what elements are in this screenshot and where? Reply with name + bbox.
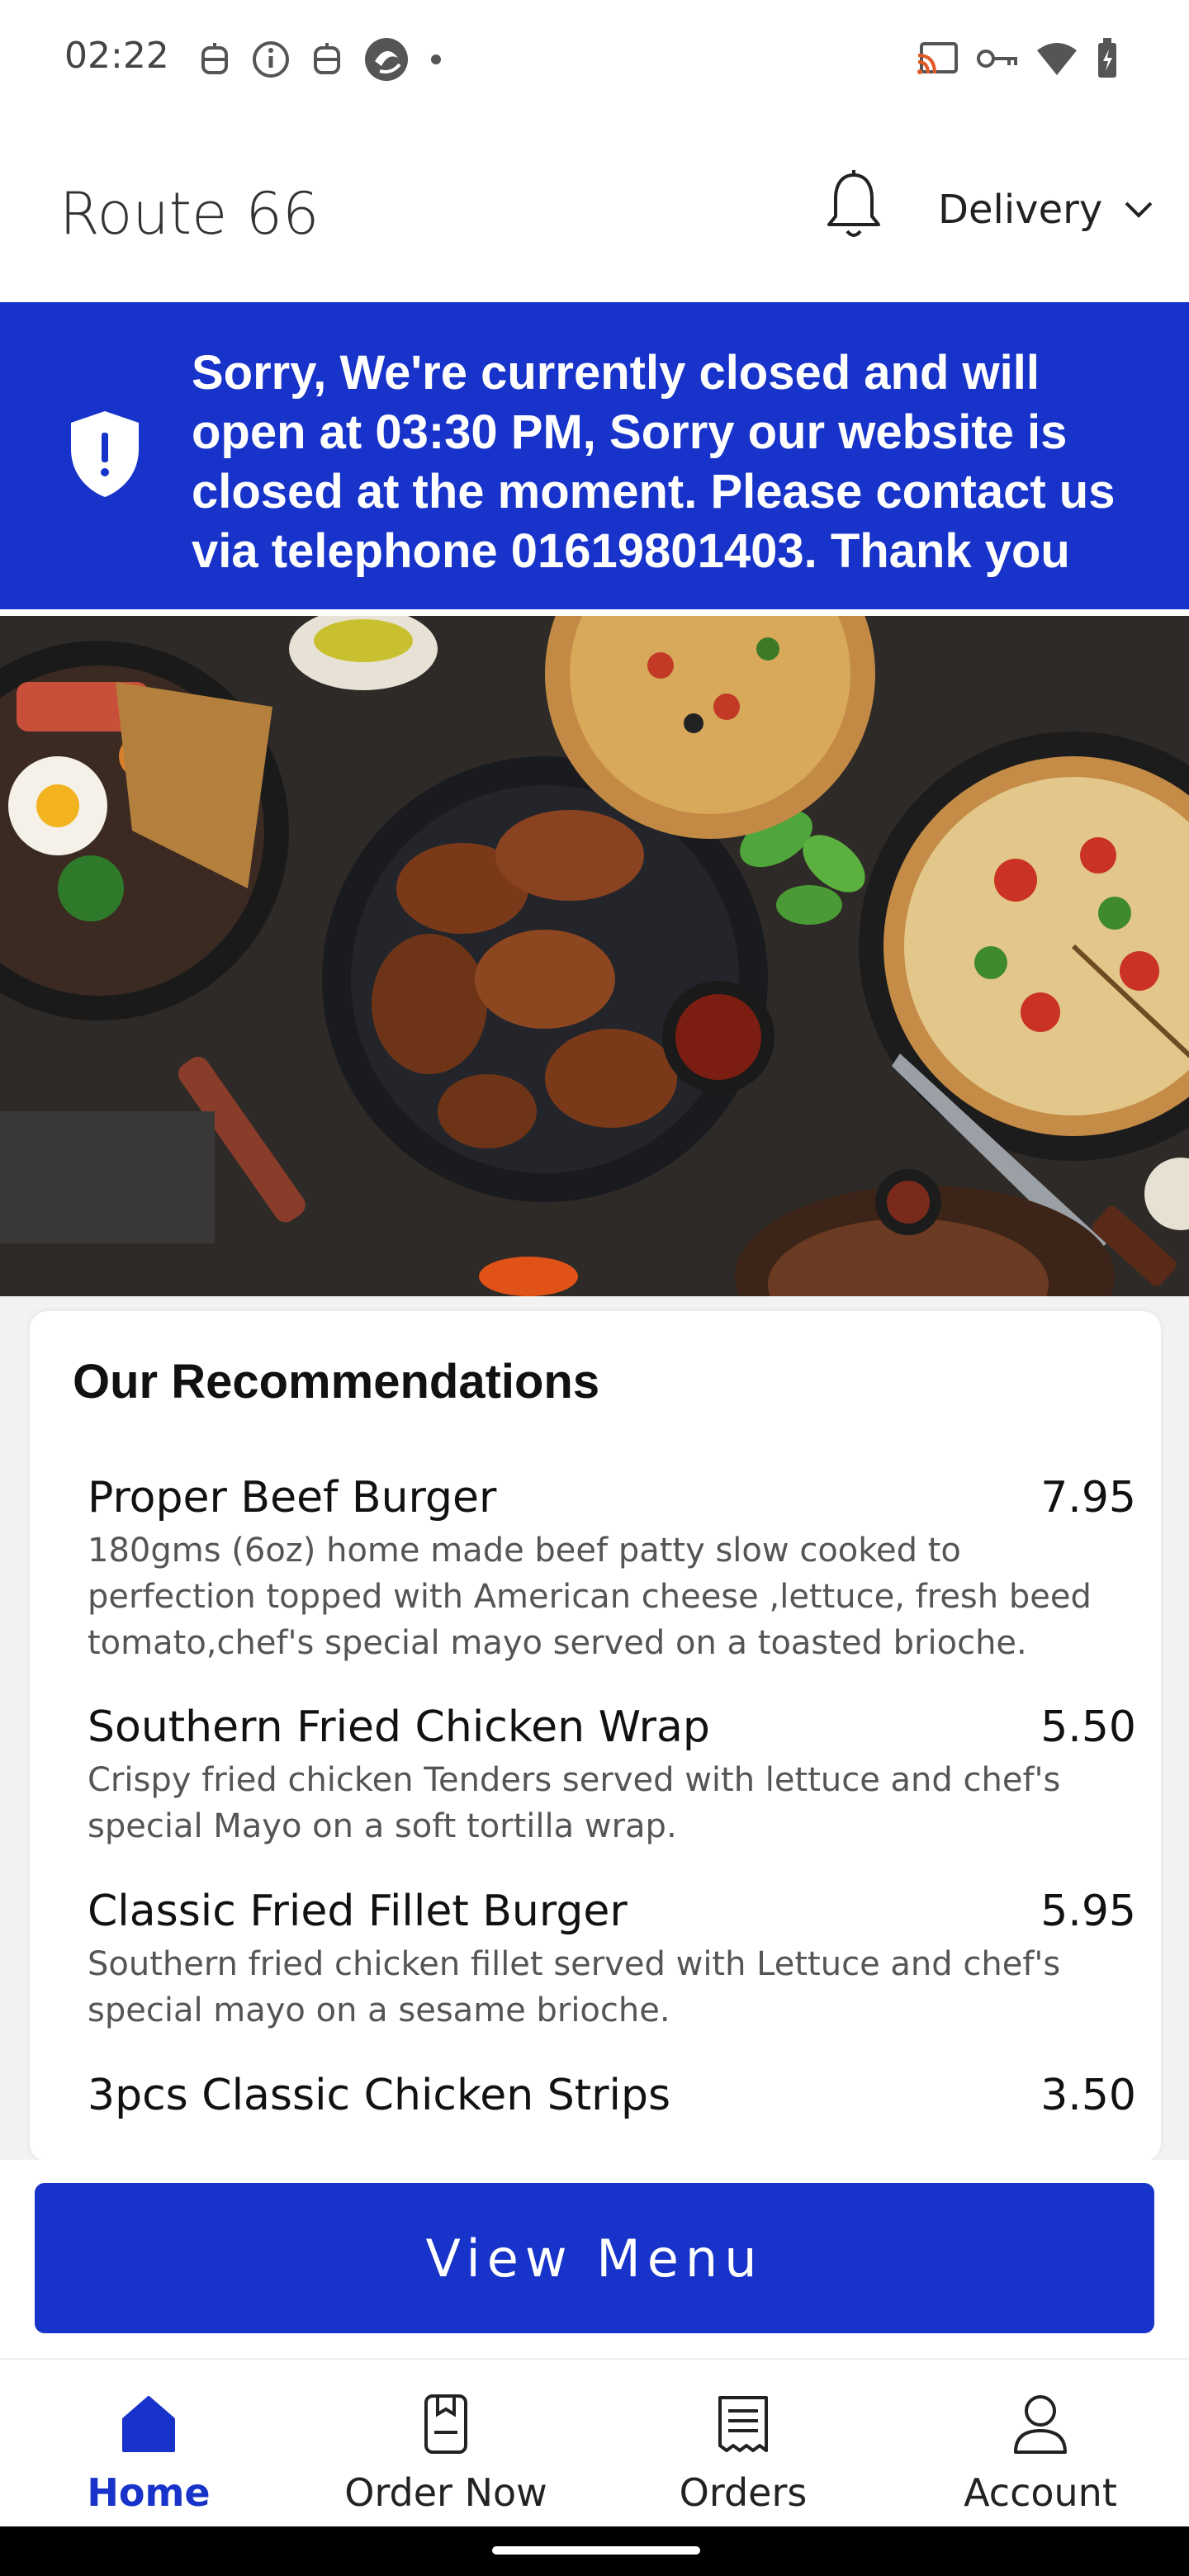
notification-bot-icon <box>314 43 340 74</box>
nav-item-orders[interactable]: Orders <box>594 2389 892 2515</box>
item-name: Classic Fried Fillet Burger <box>88 1887 628 1936</box>
delivery-mode-select[interactable]: Delivery <box>938 187 1153 233</box>
nav-item-order-now[interactable]: Order Now <box>297 2389 594 2515</box>
chevron-down-icon <box>1125 201 1153 218</box>
recommendation-item[interactable]: Classic Fried Fillet Burger 5.95 Souther… <box>88 1887 1136 2034</box>
item-description: Crispy fried chicken Tenders served with… <box>88 1761 1061 1845</box>
home-icon <box>122 2396 175 2452</box>
nav-item-account[interactable]: Account <box>892 2389 1189 2515</box>
item-description: Southern fried chicken fillet served wit… <box>88 1945 1061 2029</box>
status-icons-right <box>917 38 1120 79</box>
app-icon <box>365 38 408 81</box>
wifi-icon <box>1037 43 1077 75</box>
status-time: 02:22 <box>64 35 169 77</box>
order-now-icon <box>424 2394 467 2454</box>
store-closed-banner: Sorry, We're currently closed and will o… <box>0 302 1189 609</box>
item-price: 7.95 <box>1040 1473 1136 1522</box>
item-price: 3.50 <box>1040 2071 1136 2120</box>
item-price: 5.50 <box>1040 1702 1136 1752</box>
info-icon <box>253 41 289 78</box>
nav-label: Home <box>87 2470 211 2515</box>
system-gesture-bar <box>0 2526 1189 2576</box>
bottom-nav: Home Order Now Orders Account <box>0 2358 1189 2526</box>
item-price: 5.95 <box>1040 1887 1136 1936</box>
app-header: Route 66 Delivery <box>0 121 1189 301</box>
nav-label: Order Now <box>344 2470 547 2515</box>
status-bar: 02:22 <box>0 0 1189 117</box>
dot-icon <box>431 54 441 64</box>
item-name: Proper Beef Burger <box>88 1473 497 1522</box>
notification-bot-icon <box>201 43 228 74</box>
view-menu-button[interactable]: View Menu <box>35 2183 1154 2333</box>
nav-label: Account <box>964 2470 1117 2515</box>
cast-icon <box>917 42 958 74</box>
recommendation-item[interactable]: Proper Beef Burger 7.95 180gms (6oz) hom… <box>88 1473 1136 1666</box>
item-name: 3pcs Classic Chicken Strips <box>88 2071 671 2120</box>
notifications-button[interactable] <box>822 168 885 247</box>
food-banner-image <box>0 616 1189 1296</box>
recommendation-item[interactable]: 3pcs Classic Chicken Strips 3.50 <box>88 2071 1136 2120</box>
bell-icon <box>827 170 880 237</box>
item-name: Southern Fried Chicken Wrap <box>88 1702 710 1752</box>
restaurant-title: Route 66 <box>59 180 320 248</box>
home-gesture-handle[interactable] <box>492 2546 700 2555</box>
shield-alert-icon <box>71 411 139 497</box>
view-menu-bar: View Menu <box>0 2160 1189 2358</box>
recommendations-card: Our Recommendations Proper Beef Burger 7… <box>30 1311 1161 2162</box>
store-closed-message: Sorry, We're currently closed and will o… <box>192 346 1116 578</box>
food-illustration <box>0 616 1189 1296</box>
recommendation-item[interactable]: Southern Fried Chicken Wrap 5.50 Crispy … <box>88 1702 1136 1849</box>
vpn-key-icon <box>977 50 1017 68</box>
recommendations-title: Our Recommendations <box>73 1355 600 1409</box>
item-description: 180gms (6oz) home made beef patty slow c… <box>88 1532 1092 1662</box>
user-icon <box>1014 2395 1067 2454</box>
delivery-mode-label: Delivery <box>938 187 1103 233</box>
nav-item-home[interactable]: Home <box>0 2389 297 2515</box>
battery-charging-icon <box>1098 38 1116 78</box>
receipt-icon <box>718 2396 768 2452</box>
nav-label: Orders <box>679 2470 808 2515</box>
recommendations-section: Our Recommendations Proper Beef Burger 7… <box>0 1296 1189 2163</box>
status-icons-left <box>198 36 443 83</box>
